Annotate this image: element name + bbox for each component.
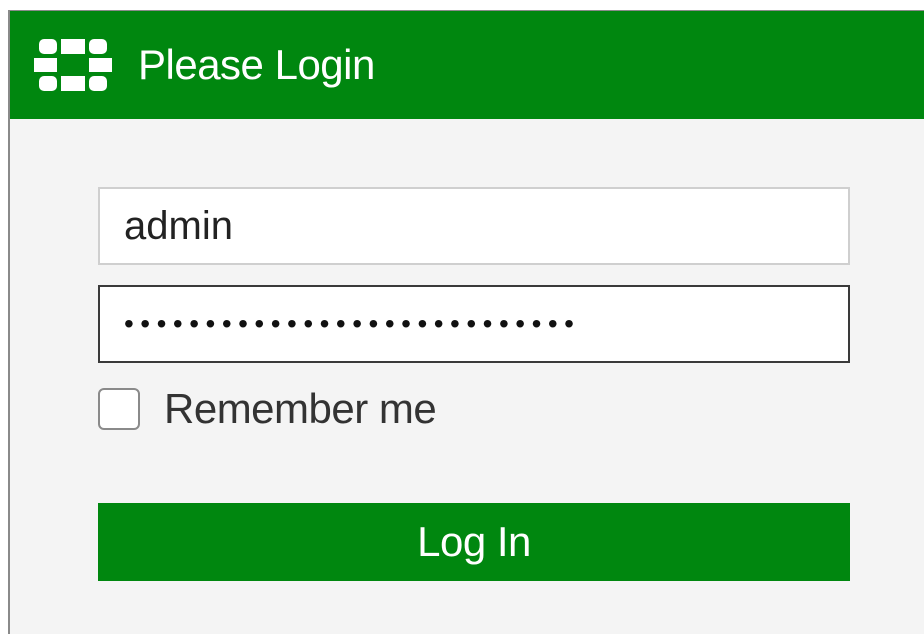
login-panel: Please Login admin •••••••••••••••••••••… [8,10,924,634]
password-input[interactable]: •••••••••••••••••••••••••••• [98,285,850,363]
page-title: Please Login [138,41,375,88]
login-button-label: Log In [417,518,531,565]
fortinet-logo-icon [34,39,112,91]
remember-me-label: Remember me [164,385,437,432]
password-mask: •••••••••••••••••••••••••••• [124,287,580,361]
login-button[interactable]: Log In [98,503,850,581]
remember-me-row[interactable]: Remember me [98,385,437,433]
username-input[interactable]: admin [98,187,850,265]
remember-me-checkbox[interactable] [98,388,140,430]
login-header: Please Login [10,11,924,119]
password-value: •••••••••••••••••••••••••••• [124,308,581,339]
username-value: admin [124,203,233,248]
